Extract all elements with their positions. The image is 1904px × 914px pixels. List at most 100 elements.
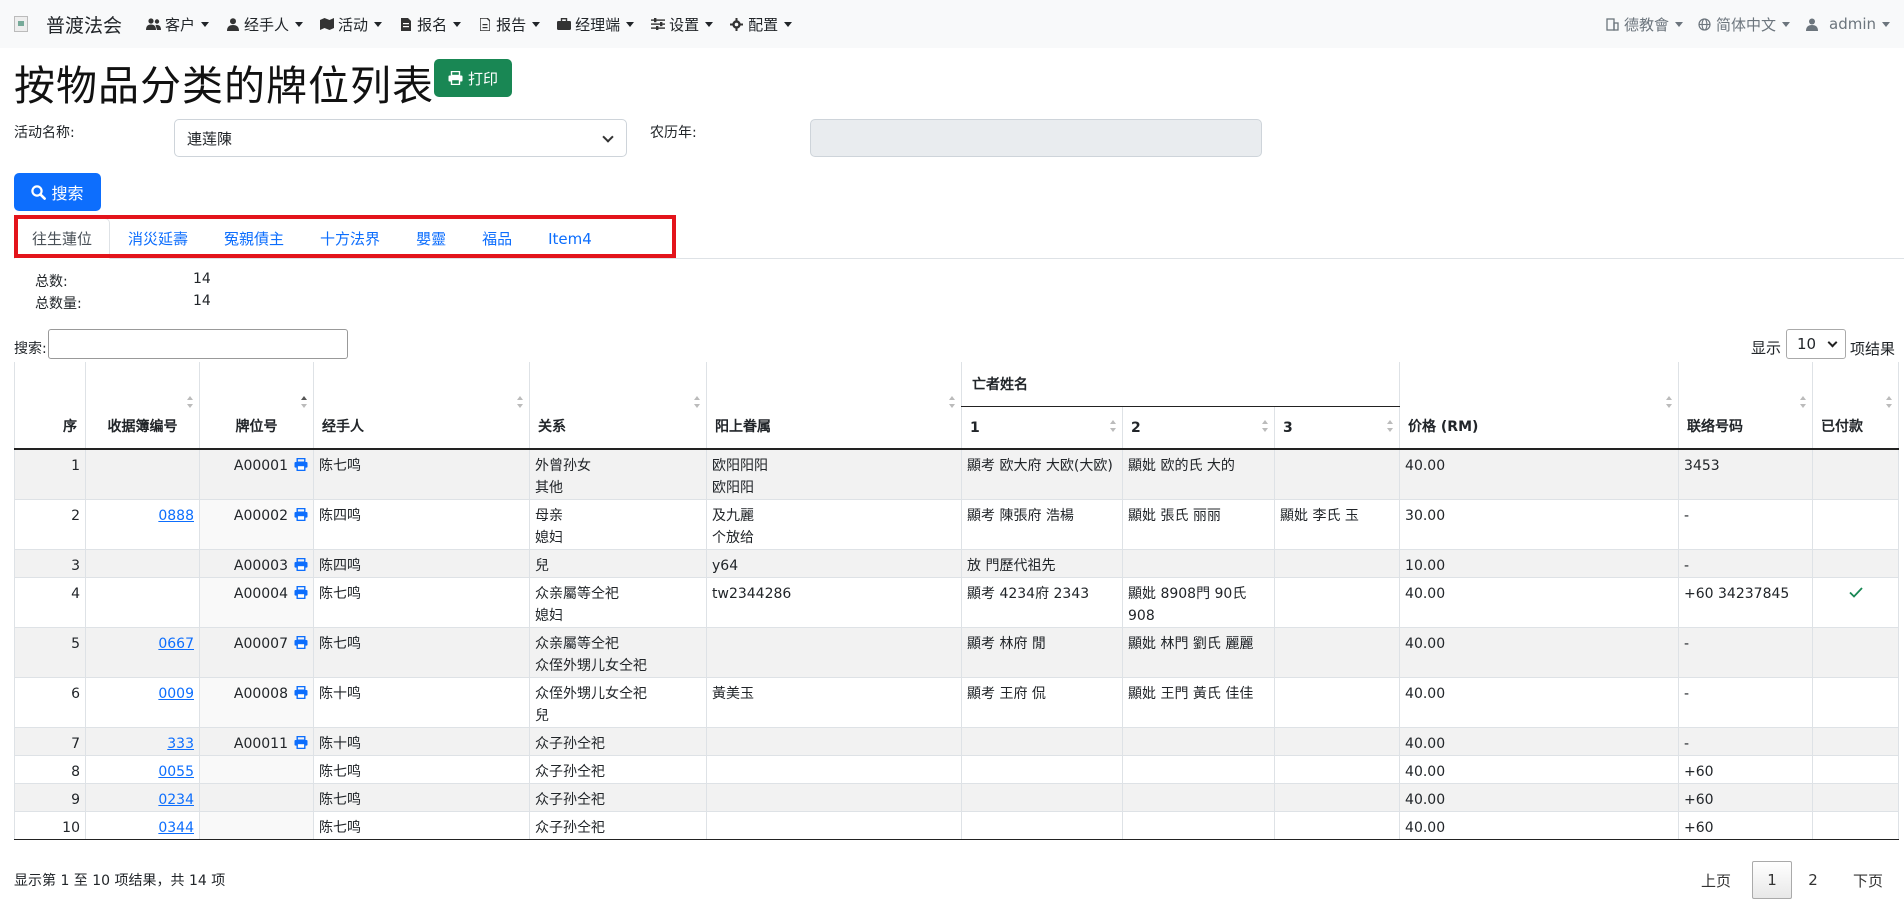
col-deceased-3[interactable]: 3 [1273,406,1400,450]
col-relation[interactable]: 关系 [529,362,707,450]
nav-item-1[interactable]: 经手人 [225,14,304,35]
cell-receipt: 0055 [85,755,200,784]
sort-icon [1387,420,1394,434]
cell-price: 10.00 [1399,549,1679,578]
col-receipt[interactable]: 收据簿编号 [85,362,200,450]
users-icon [146,17,162,31]
chevron-down-icon [532,21,541,27]
sort-icon [1110,420,1116,434]
search-label: 搜索 [51,184,84,203]
col-paid-label: 已付款 [1821,419,1864,435]
printer-icon[interactable] [294,508,308,521]
org-dropdown[interactable]: 德教會 [1605,14,1683,35]
relation-line: 媳妇 [535,530,563,546]
printer-icon[interactable] [294,558,308,571]
language-label: 简体中文 [1715,15,1776,34]
cell-price: 30.00 [1399,499,1679,550]
col-relation-label: 关系 [538,419,566,435]
relation-line: 外曾孙女 [535,458,591,474]
print-button[interactable]: 打印 [434,59,512,97]
receipt-link[interactable]: 0888 [158,508,194,524]
printer-icon[interactable] [294,586,308,599]
receipt-link[interactable]: 0234 [158,792,194,808]
cell-paid [1812,627,1900,678]
table-row: 4 A00004 陈七鸣 众亲屬等仝祀 媳妇 tw2344286 顯考 4234府 2343… [14,577,1900,628]
table-search-input[interactable] [48,329,348,359]
cell-relation: 兒 [529,549,707,578]
nav-item-6[interactable]: 设置 [650,14,714,35]
col-plaque[interactable]: 牌位号 [199,362,314,450]
col-paid[interactable]: 已付款 [1812,362,1900,450]
event-select[interactable]: 連莲陳 [174,119,627,157]
page-size-select[interactable]: 10 [1786,329,1846,359]
cell-receipt [85,449,200,500]
cell-deceased-3 [1273,811,1400,840]
chevron-down-icon [1827,337,1838,348]
cell-seq: 5 [14,627,86,678]
cell-receipt: 333 [85,727,200,756]
nav-item-label: 经手人 [244,15,290,34]
sort-icon [1800,396,1807,410]
cell-deceased-2 [1122,811,1275,840]
cell-receipt: 0888 [85,499,200,550]
cell-relation: 众子孙仝祀 [529,727,707,756]
nav-item-3[interactable]: 报名 [398,14,462,35]
relation-line: 众亲屬等仝祀 [535,586,619,602]
cell-handler: 陈七鸣 [313,783,530,812]
receipt-link[interactable]: 333 [167,736,194,752]
cell-deceased-2: 顯妣 欧的氏 大的 [1122,449,1275,500]
col-deceased-2[interactable]: 2 [1122,406,1275,450]
page-1-button[interactable]: 1 [1752,861,1792,899]
cell-seq: 2 [14,499,86,550]
col-family[interactable]: 阳上眷属 [706,362,962,450]
language-dropdown[interactable]: 简体中文 [1697,14,1790,35]
cell-deceased-3 [1273,755,1400,784]
nav-item-4[interactable]: 报告 [477,14,541,35]
brand[interactable]: 普渡法会 [14,11,122,38]
cell-paid [1812,449,1900,500]
nav-item-label: 活动 [338,15,369,34]
nav-item-0[interactable]: 客户 [146,14,210,35]
printer-icon[interactable] [294,458,308,471]
cell-paid [1812,755,1900,784]
search-button[interactable]: 搜索 [14,173,101,211]
print-label: 打印 [467,69,498,88]
receipt-link[interactable]: 0667 [158,636,194,652]
chevron-down-icon [453,21,462,27]
receipt-link[interactable]: 0344 [158,820,194,836]
cell-relation: 众亲屬等仝祀 媳妇 [529,577,707,628]
cell-deceased-2: 顯妣 張氏 丽丽 [1122,499,1275,550]
printer-icon[interactable] [294,686,308,699]
col-handler[interactable]: 经手人 [313,362,530,450]
nav-item-label: 设置 [669,15,700,34]
next-page-button[interactable]: 下页 [1838,861,1898,899]
cell-price: 40.00 [1399,627,1679,678]
col-seq[interactable]: 序 [14,362,86,450]
user-dropdown[interactable]: admin [1804,15,1890,33]
nav-item-2[interactable]: 活动 [319,14,383,35]
nav-item-7[interactable]: 配置 [729,14,793,35]
cell-deceased-3: 顯妣 李氏 玉 [1273,499,1400,550]
printer-icon[interactable] [294,736,308,749]
relation-line: 媳妇 [535,608,563,624]
printer-icon[interactable] [294,636,308,649]
cell-plaque [199,755,314,784]
total-qty-value: 14 [193,293,211,309]
cell-handler: 陈十鸣 [313,727,530,756]
family-line: y64 [712,558,739,574]
col-deceased-1[interactable]: 1 [961,406,1123,450]
cell-deceased-1 [961,811,1123,840]
receipt-link[interactable]: 0055 [158,764,194,780]
cell-plaque: A00004 [199,577,314,628]
page-2-button[interactable]: 2 [1796,861,1830,899]
file-icon [398,17,413,31]
nav-item-5[interactable]: 经理端 [556,14,635,35]
col-price[interactable]: 价格 (RM) [1399,362,1679,450]
cell-deceased-1: 顯考 王府 侃 [961,677,1123,728]
prev-page-button[interactable]: 上页 [1691,861,1741,899]
relation-line: 母亲 [535,508,563,524]
cell-seq: 8 [14,755,86,784]
col-phone[interactable]: 联络号码 [1678,362,1813,450]
cell-deceased-1 [961,755,1123,784]
receipt-link[interactable]: 0009 [158,686,194,702]
